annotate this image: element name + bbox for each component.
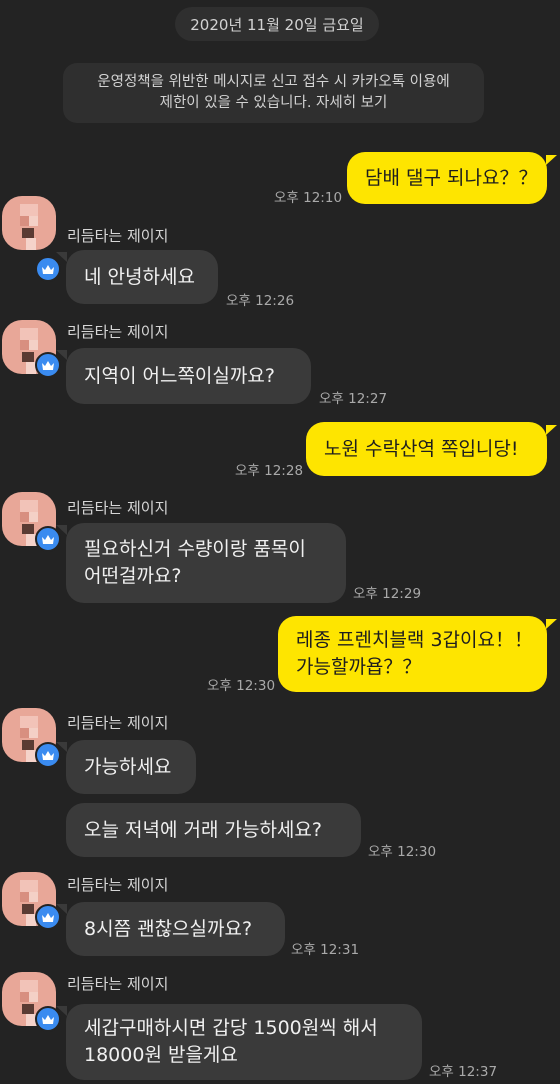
sender-name: 리듬타는 제이지 bbox=[67, 714, 169, 732]
message-text: 오늘 저녁에 거래 가능하세요? bbox=[84, 818, 322, 841]
message-time: 오후 12:27 bbox=[319, 391, 388, 407]
message-time: 오후 12:26 bbox=[226, 293, 295, 309]
avatar[interactable] bbox=[2, 196, 56, 250]
policy-notice[interactable]: 운영정책을 위반한 메시지로 신고 접수 시 카카오톡 이용에 제한이 있을 수… bbox=[63, 63, 484, 123]
message-time: 오후 12:28 bbox=[235, 463, 304, 479]
message-time: 오후 12:29 bbox=[353, 586, 422, 602]
message-text-line-2: 어떤걸까요? bbox=[84, 565, 182, 587]
incoming-message-bubble[interactable]: 지역이 어느쪽이실까요? bbox=[66, 348, 311, 404]
sender-name: 리듬타는 제이지 bbox=[67, 975, 169, 993]
message-time: 오후 12:31 bbox=[291, 942, 360, 958]
bubble-tail bbox=[56, 1006, 67, 1016]
message-text-line-1: 필요하신거 수량이랑 품목이 bbox=[84, 538, 306, 560]
notice-line-1: 운영정책을 위반한 메시지로 신고 접수 시 카카오톡 이용에 bbox=[97, 74, 450, 90]
message-time: 오후 12:30 bbox=[207, 678, 276, 694]
outgoing-message-bubble[interactable]: 노원 수락산역 쪽입니당! bbox=[306, 422, 547, 476]
message-time: 오후 12:10 bbox=[274, 190, 343, 206]
message-text: 8시쯤 괜찮으실까요? bbox=[84, 917, 253, 940]
message-text-line-1: 세갑구매하시면 갑당 1500원씩 해서 bbox=[84, 1017, 378, 1039]
incoming-message-bubble[interactable]: 8시쯤 괜찮으실까요? bbox=[66, 902, 285, 956]
outgoing-message-bubble[interactable]: 레종 프렌치블랙 3갑이요！！ 가능할까욥？？ bbox=[278, 616, 547, 692]
bubble-tail bbox=[546, 155, 557, 165]
incoming-message-bubble[interactable]: 오늘 저녁에 거래 가능하세요? bbox=[66, 803, 361, 857]
message-text: 가능하세요 bbox=[84, 755, 172, 778]
incoming-message-bubble[interactable]: 필요하신거 수량이랑 품목이 어떤걸까요? bbox=[66, 523, 346, 603]
bubble-tail bbox=[56, 350, 67, 360]
message-text: 담배 댈구 되나요？？ bbox=[365, 166, 538, 189]
message-time: 오후 12:30 bbox=[368, 844, 437, 860]
notice-line-2: 제한이 있을 수 있습니다. 자세히 보기 bbox=[159, 95, 388, 111]
sender-name: 리듬타는 제이지 bbox=[67, 876, 169, 894]
bubble-tail bbox=[56, 252, 67, 262]
sender-name: 리듬타는 제이지 bbox=[67, 227, 169, 245]
bubble-tail bbox=[546, 619, 557, 629]
bubble-tail bbox=[56, 904, 67, 914]
message-text: 노원 수락산역 쪽입니당! bbox=[324, 437, 519, 460]
message-text: 네 안녕하세요 bbox=[84, 265, 195, 288]
message-time: 오후 12:37 bbox=[429, 1064, 498, 1080]
date-text: 2020년 11월 20일 금요일 bbox=[190, 15, 364, 34]
sender-name: 리듬타는 제이지 bbox=[67, 323, 169, 341]
bubble-tail bbox=[56, 525, 67, 535]
bubble-tail bbox=[56, 742, 67, 752]
sender-name: 리듬타는 제이지 bbox=[67, 499, 169, 517]
bubble-tail bbox=[546, 425, 557, 435]
date-divider: 2020년 11월 20일 금요일 bbox=[175, 7, 379, 41]
message-text-line-2: 가능할까욥？？ bbox=[296, 656, 422, 678]
incoming-message-bubble[interactable]: 가능하세요 bbox=[66, 740, 196, 794]
outgoing-message-bubble[interactable]: 담배 댈구 되나요？？ bbox=[347, 152, 547, 204]
incoming-message-bubble[interactable]: 네 안녕하세요 bbox=[66, 250, 218, 304]
message-text-line-2: 18000원 받을게요 bbox=[84, 1044, 238, 1066]
message-text: 지역이 어느쪽이실까요? bbox=[84, 364, 275, 387]
message-text-line-1: 레종 프렌치블랙 3갑이요！！ bbox=[296, 629, 533, 651]
incoming-message-bubble[interactable]: 세갑구매하시면 갑당 1500원씩 해서 18000원 받을게요 bbox=[66, 1004, 422, 1080]
